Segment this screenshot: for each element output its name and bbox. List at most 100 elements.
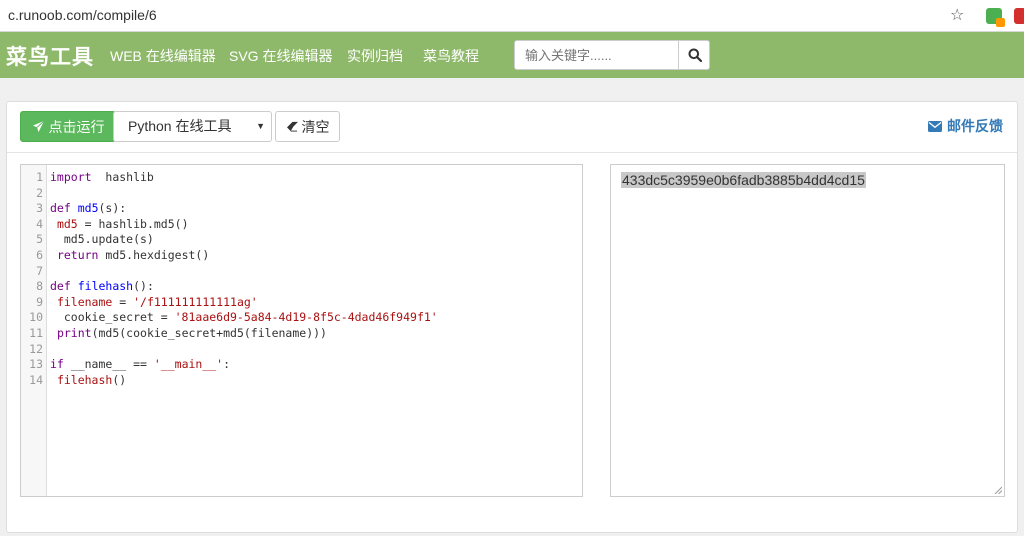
code-token: filehash [56,372,113,387]
code-token: print [56,325,92,340]
code-token: __name__ == [63,357,154,372]
clear-button[interactable]: 清空 [275,111,340,142]
search-button[interactable] [678,41,710,69]
line-number: 8 [36,279,43,294]
line-number: 1 [36,170,43,184]
code-line: 5 md5.update(s) [21,232,582,248]
code-token: md5 [56,216,78,231]
run-button[interactable]: 点击运行 [20,111,116,142]
code-token: md5.hexdigest() [98,247,210,262]
resize-handle-icon[interactable] [994,486,1002,494]
language-select[interactable]: Python 在线工具 ▼ [113,111,272,142]
code-line: 3 def md5(s): [21,201,582,217]
language-select-value: Python 在线工具 [128,118,232,134]
code-text: md5.update(s) [43,232,154,248]
paper-plane-icon [32,120,44,133]
code-line: 11 print(md5(cookie_secret+md5(filename)… [21,326,582,342]
code-token: '__main__' [153,357,224,372]
browser-address-bar[interactable]: c.runoob.com/compile/6 ☆ [0,0,1024,32]
line-number: 11 [29,325,43,340]
code-token: filehash [77,279,134,294]
run-button-label: 点击运行 [48,118,105,135]
code-token: if [50,357,64,372]
line-number: 13 [29,357,43,372]
code-line: 12 [21,342,582,358]
code-line: 9 filename = '/f111111111111ag' [21,295,582,311]
code-token: () [112,372,127,387]
code-token: '81aae6d9-5a84-4d19-8f5c-4dad46f949f1' [174,310,438,325]
nav-tutorial[interactable]: 菜鸟教程 [423,46,479,66]
code-text: print(md5(cookie_secret+md5(filename))) [43,326,327,342]
code-token: (): [133,279,154,294]
star-icon[interactable]: ☆ [950,5,964,25]
code-token: : [223,357,231,372]
feedback-link[interactable]: 邮件反馈 [928,116,1003,136]
nav-svg-editor[interactable]: SVG 在线编辑器 [229,46,332,66]
code-line: 4 md5 = hashlib.md5() [21,217,582,233]
nav-examples[interactable]: 实例归档 [347,46,403,66]
feedback-label: 邮件反馈 [947,118,1003,134]
envelope-icon [928,120,942,132]
code-lines: 1 import hashlib 2 3 def md5(s): 4 md5 = hash… [21,170,582,388]
code-text: return md5.hexdigest() [43,248,209,264]
nav-web-editor[interactable]: WEB 在线编辑器 [110,46,216,66]
output-area[interactable]: 433dc5c3959e0b6fadb3885b4dd4cd15 [610,164,1005,497]
code-text: def md5(s): [43,201,126,217]
code-line: 2 [21,186,582,202]
search-box [514,40,710,70]
code-token: (md5(cookie_secret+md5(filename))) [91,325,327,340]
code-token: cookie_secret = [50,310,175,325]
output-text: 433dc5c3959e0b6fadb3885b4dd4cd15 [621,172,866,188]
line-number: 2 [36,185,43,200]
code-token: filename [56,294,113,309]
code-text: md5 = hashlib.md5() [43,217,189,233]
code-line: 10 cookie_secret = '81aae6d9-5a84-4d19-8… [21,310,582,326]
code-line: 7 [21,264,582,280]
code-text: filename = '/f111111111111ag' [43,295,258,311]
line-number: 7 [36,263,43,278]
clear-button-label: 清空 [301,118,330,135]
line-number: 6 [36,247,43,262]
code-text: filehash() [43,373,126,389]
code-token: = hashlib.md5() [77,216,189,231]
code-token: def [50,279,71,294]
code-token: md5.update(s) [50,232,154,247]
code-text: import hashlib [43,170,154,186]
code-token: hashlib [91,170,154,184]
eraser-icon [286,121,298,132]
url-text[interactable]: c.runoob.com/compile/6 [8,7,157,23]
code-line: 13 if __name__ == '__main__': [21,357,582,373]
code-token: (s): [98,201,127,216]
line-number: 3 [36,201,43,216]
code-token: import [50,170,92,184]
search-icon [688,48,702,62]
code-token: '/f111111111111ag' [133,294,258,309]
extension-icon-2[interactable] [1014,8,1024,24]
code-line: 14 filehash() [21,373,582,389]
brand-logo[interactable]: 菜鸟工具 [6,41,94,71]
code-token: md5 [77,201,99,216]
code-line: 1 import hashlib [21,170,582,186]
line-number: 14 [29,372,43,387]
line-number: 10 [29,310,43,325]
code-token: = [112,294,134,309]
code-token: return [56,247,99,262]
line-number: 12 [29,341,43,356]
extension-icon[interactable] [986,8,1005,27]
site-header: 菜鸟工具 WEB 在线编辑器 SVG 在线编辑器 实例归档 菜鸟教程 [0,32,1024,78]
search-input[interactable] [515,41,678,69]
code-editor[interactable]: 1 import hashlib 2 3 def md5(s): 4 md5 = hash… [20,164,583,497]
code-line: 8 def filehash(): [21,279,582,295]
code-token: def [50,201,71,216]
compiler-panel: 点击运行 Python 在线工具 ▼ 清空 邮件反馈 1 import hashl… [6,101,1018,533]
